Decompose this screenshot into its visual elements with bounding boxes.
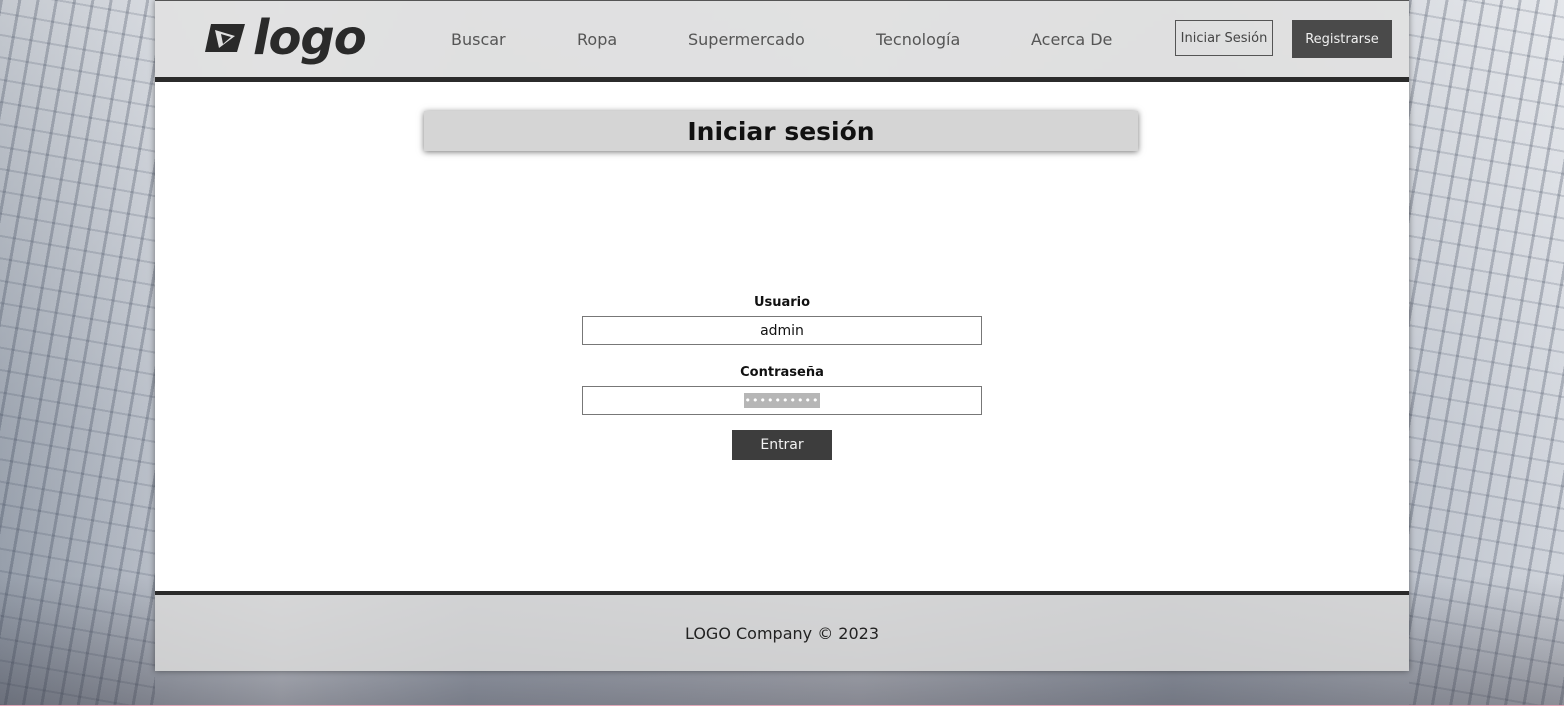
username-field[interactable]: admin (582, 316, 982, 345)
register-button[interactable]: Registrarse (1292, 20, 1392, 58)
nav-item-supermercado[interactable]: Supermercado (688, 30, 805, 49)
main-content: Iniciar sesión Usuario admin Contraseña … (155, 82, 1409, 591)
username-label: Usuario (753, 295, 811, 310)
page-title: Iniciar sesión (687, 116, 875, 146)
logo-text: logo (253, 10, 367, 66)
password-field[interactable]: •••••••••• (582, 386, 982, 415)
site-footer: LOGO Company © 2023 (155, 591, 1409, 671)
password-value: •••••••••• (743, 393, 821, 408)
submit-button[interactable]: Entrar (732, 430, 832, 460)
nav-item-ropa[interactable]: Ropa (577, 30, 617, 49)
login-button[interactable]: Iniciar Sesión (1175, 20, 1273, 56)
page-container: logo Buscar Ropa Supermercado Tecnología… (155, 0, 1409, 671)
login-form: Usuario admin Contraseña •••••••••• Entr… (582, 294, 982, 460)
logo-mark-icon (205, 24, 245, 52)
logo[interactable]: logo (205, 10, 367, 66)
nav-item-acerca-de[interactable]: Acerca De (1031, 30, 1112, 49)
password-label: Contraseña (740, 365, 824, 380)
username-value: admin (760, 322, 804, 339)
nav-item-buscar[interactable]: Buscar (451, 30, 506, 49)
site-header: logo Buscar Ropa Supermercado Tecnología… (155, 0, 1409, 82)
nav-item-tecnologia[interactable]: Tecnología (876, 30, 960, 49)
footer-text: LOGO Company © 2023 (684, 623, 880, 643)
page-title-box: Iniciar sesión (424, 111, 1138, 151)
